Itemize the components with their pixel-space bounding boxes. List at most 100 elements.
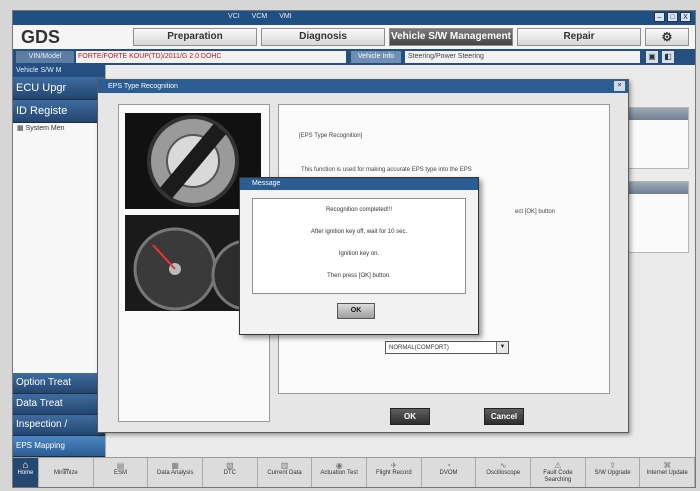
home-icon: ⌂ bbox=[22, 460, 29, 471]
tab-vehicle-sw-management[interactable]: Vehicle S/W Management bbox=[389, 28, 513, 46]
toolbar-current-data[interactable]: ▥ Current Data bbox=[258, 458, 313, 487]
toolbar-label: Actuation Test bbox=[320, 470, 358, 476]
sidebar-item-ecu-upgrade[interactable]: ECU Upgr bbox=[13, 77, 105, 100]
sidebar-item-data-treatment[interactable]: Data Treat bbox=[13, 394, 105, 415]
home-button[interactable]: ⌂ Home bbox=[13, 458, 39, 487]
esm-icon: ▤ bbox=[116, 461, 125, 470]
toolbar-dtc[interactable]: ▧ DTC bbox=[203, 458, 258, 487]
dialog-close-icon[interactable]: × bbox=[614, 81, 625, 91]
toolbar-esm[interactable]: ▤ ESM bbox=[94, 458, 149, 487]
chevron-down-icon[interactable]: ▼ bbox=[496, 342, 508, 353]
system-search-icon[interactable]: ▣ bbox=[646, 51, 658, 63]
tab-preparation[interactable]: Preparation bbox=[133, 28, 257, 46]
sidebar-item-option-treatment[interactable]: Option Treat bbox=[13, 373, 105, 394]
toolbar-fault-code[interactable]: ⚠ Fault Code Searching bbox=[531, 458, 586, 487]
toolbar-label: S/W Upgrade bbox=[594, 470, 631, 476]
tab-repair[interactable]: Repair bbox=[517, 28, 641, 46]
dialog-titlebar: EPS Type Recognition × bbox=[98, 80, 628, 93]
vin-label: VIN/Model bbox=[16, 51, 74, 63]
toolbar-label: DTC bbox=[223, 470, 237, 476]
background-panel-2-header bbox=[628, 182, 688, 194]
toolbar-internet-update[interactable]: ⌘ Internet Update bbox=[640, 458, 695, 487]
toolbar-label: Minimize bbox=[54, 470, 78, 476]
sidebar-bottom: Option Treat Data Treat Inspection / EPS… bbox=[13, 373, 105, 470]
background-panel-1-header bbox=[628, 108, 688, 120]
help-icon[interactable]: ⚙ bbox=[645, 28, 689, 46]
toolbar-label: Fault Code Searching bbox=[543, 470, 573, 483]
sidebar-item-inspection[interactable]: Inspection / bbox=[13, 415, 105, 436]
toolbar-label: Home bbox=[17, 470, 34, 476]
vehicle-info-bar: VIN/Model FORTE/FORTE KOUP(TD)/2011/G 2.… bbox=[13, 49, 695, 65]
internet-icon: ⌘ bbox=[663, 461, 672, 470]
dialog-description: This function is used for making accurat… bbox=[301, 167, 472, 173]
toolbar-sw-upgrade[interactable]: ⇪ S/W Upgrade bbox=[586, 458, 641, 487]
bottom-toolbar: ⌂ Home ▁ Minimize ▤ ESM ▦ Data Analysis ▧ DTC… bbox=[13, 457, 695, 487]
dialog-heading: [EPS Type Recognition] bbox=[299, 133, 363, 139]
system-field[interactable]: Steering/Power Steering bbox=[405, 51, 640, 63]
vehicle-info-button[interactable]: Vehicle Info bbox=[351, 51, 401, 63]
message-box: Message Recognition completed!!! After i… bbox=[239, 177, 479, 335]
background-panel-1 bbox=[627, 107, 689, 169]
message-body: Recognition completed!!! After ignition … bbox=[252, 198, 466, 294]
message-title: Message bbox=[240, 178, 478, 190]
tab-diagnosis[interactable]: Diagnosis bbox=[261, 28, 385, 46]
message-line: After ignition key off, wait for 10 sec. bbox=[310, 229, 408, 235]
sidebar-item-label: System Men bbox=[25, 125, 65, 132]
toolbar-data-analysis[interactable]: ▦ Data Analysis bbox=[148, 458, 204, 487]
toolbar-minimize[interactable]: ▁ Minimize bbox=[39, 458, 94, 487]
sidebar-item-eps-mapping[interactable]: EPS Mapping Initialization bbox=[13, 436, 105, 470]
message-line: Recognition completed!!! bbox=[325, 207, 393, 213]
top-navigation: GDS Preparation Diagnosis Vehicle S/W Ma… bbox=[13, 25, 695, 50]
eps-type-select-value: NORMAL(COMFORT) bbox=[389, 345, 449, 351]
toolbar-flight-record[interactable]: ✈ Flight Record bbox=[367, 458, 422, 487]
toolbar-actuation-test[interactable]: ◉ Actuation Test bbox=[312, 458, 368, 487]
sidebar-header: Vehicle S/W M bbox=[13, 65, 105, 77]
oscilloscope-icon: ∿ bbox=[499, 461, 507, 470]
flight-record-icon: ✈ bbox=[390, 461, 398, 470]
vin-field[interactable]: FORTE/FORTE KOUP(TD)/2011/G 2.0 DOHC bbox=[76, 51, 346, 63]
fault-code-icon: ⚠ bbox=[554, 461, 562, 470]
monitor-frame: VCI VCM VMI – □ X GDS Preparation Diagno… bbox=[0, 0, 700, 491]
upgrade-icon: ⇪ bbox=[609, 461, 616, 470]
toolbar-label: ESM bbox=[114, 470, 128, 476]
toolbar-label: DVOM bbox=[439, 470, 458, 476]
sidebar: Vehicle S/W M ECU Upgr ID Registe ▦ Syst… bbox=[13, 65, 106, 470]
window-titlebar: VCI VCM VMI – □ X bbox=[13, 11, 695, 25]
toolbar-label: Oscilloscope bbox=[486, 470, 521, 476]
data-analysis-icon: ▦ bbox=[171, 461, 179, 470]
toolbar-oscilloscope[interactable]: ∿ Oscilloscope bbox=[476, 458, 532, 487]
message-ok-button[interactable]: OK bbox=[337, 303, 375, 319]
folder-icon: ▦ bbox=[17, 125, 24, 132]
ok-button[interactable]: OK bbox=[390, 408, 430, 425]
message-line: Ignition key on. bbox=[338, 251, 380, 257]
minimize-icon[interactable]: – bbox=[654, 12, 665, 22]
close-icon[interactable]: X bbox=[680, 12, 691, 22]
toolbar-label: Flight Record bbox=[376, 470, 412, 476]
toolbar-label: Current Data bbox=[267, 470, 302, 476]
status-vcm: VCM bbox=[251, 13, 268, 20]
cancel-button[interactable]: Cancel bbox=[484, 408, 524, 425]
gds-screen: VCI VCM VMI – □ X GDS Preparation Diagno… bbox=[12, 10, 696, 488]
dvom-icon: ◔ bbox=[446, 461, 451, 470]
toolbar-label: Internet Update bbox=[646, 470, 688, 476]
toolbar-dvom[interactable]: ◔ DVOM bbox=[422, 458, 477, 487]
sidebar-item-system-menu[interactable]: ▦ System Men bbox=[13, 123, 105, 135]
actuation-icon: ◉ bbox=[335, 461, 343, 470]
system-option-icon[interactable]: ◧ bbox=[662, 51, 674, 63]
status-vci: VCI bbox=[228, 13, 240, 20]
background-panel-2 bbox=[627, 181, 689, 253]
window-controls: – □ X bbox=[654, 12, 691, 22]
toolbar-label: Data Analysis bbox=[157, 470, 194, 476]
eps-type-select[interactable]: NORMAL(COMFORT) ▼ bbox=[385, 341, 509, 354]
message-line: Then press [OK] button. bbox=[327, 273, 391, 279]
dialog-title: EPS Type Recognition bbox=[108, 83, 178, 90]
sidebar-item-id-register[interactable]: ID Registe bbox=[13, 100, 105, 123]
status-items: VCI VCM VMI bbox=[228, 13, 292, 20]
dtc-icon: ▧ bbox=[226, 461, 234, 470]
status-vmi: VMI bbox=[279, 13, 292, 20]
dialog-instruction-partial: ect [OK] button bbox=[515, 209, 556, 215]
maximize-icon[interactable]: □ bbox=[667, 12, 678, 22]
current-data-icon: ▥ bbox=[280, 461, 289, 470]
gds-logo: GDS bbox=[21, 27, 61, 47]
minimize-tool-icon: ▁ bbox=[62, 461, 69, 470]
